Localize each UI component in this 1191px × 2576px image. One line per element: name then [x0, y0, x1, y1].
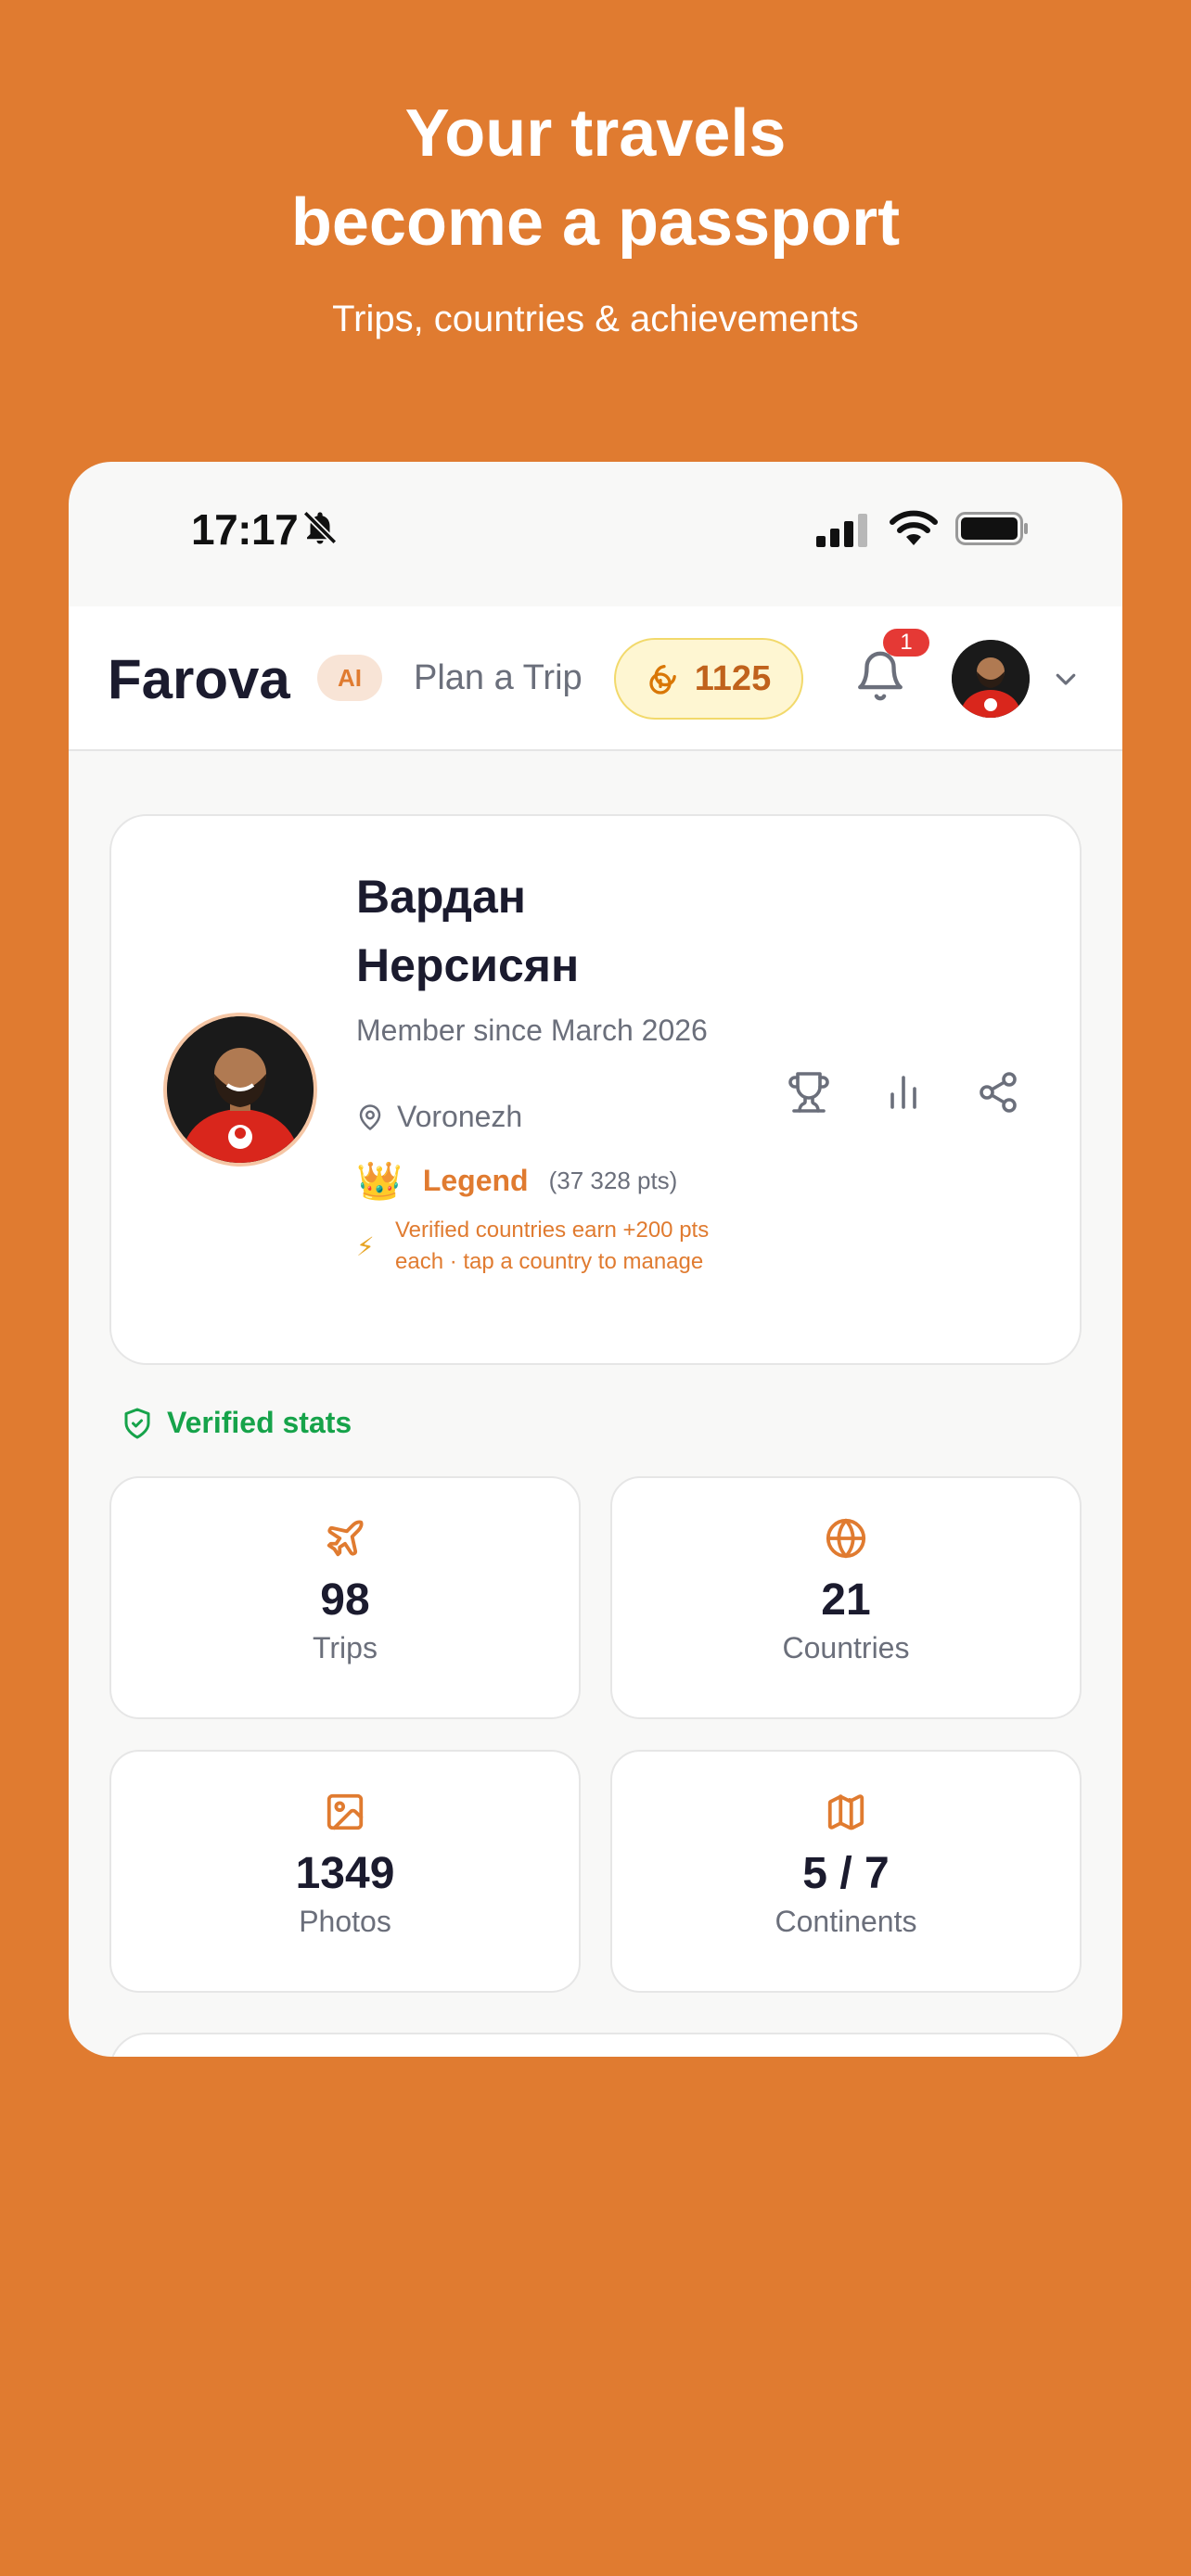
coins-icon [649, 665, 676, 695]
map-pin-icon [359, 1103, 381, 1130]
stat-label: Continents [775, 1905, 917, 1938]
coins-balance-button[interactable]: 1125 [614, 638, 803, 720]
points-hint: ⚡ Verified countries earn +200 pts each … [356, 1215, 727, 1278]
wifi-icon [890, 510, 938, 545]
profile-actions [783, 1066, 1024, 1118]
hero-title: Your travels become a passport [0, 89, 1191, 267]
profile-name: Вардан Нерсисян [356, 871, 580, 991]
app-bar: Farova AI Plan a Trip 1125 1 [69, 606, 1122, 751]
stat-label: Countries [782, 1631, 910, 1664]
stat-label: Trips [313, 1631, 378, 1664]
avatar[interactable] [952, 640, 1030, 718]
plan-trip-link[interactable]: Plan a Trip [414, 658, 583, 698]
rank-points: (37 328 pts) [548, 1167, 678, 1194]
bell-icon[interactable] [853, 649, 907, 703]
trophy-icon[interactable] [783, 1066, 835, 1118]
next-section-card [109, 2033, 1082, 2057]
hero-title-line-2: become a passport [290, 185, 901, 260]
rank-name: Legend [422, 1164, 529, 1197]
chart-icon[interactable] [877, 1066, 929, 1118]
stat-value: 5 / 7 [802, 1849, 890, 1898]
stat-card-photos[interactable]: 1349 Photos [109, 1750, 581, 1993]
stat-card-continents[interactable]: 5 / 7 Continents [610, 1750, 1082, 1993]
verified-text: Verified stats [167, 1406, 352, 1439]
share-icon[interactable] [972, 1066, 1024, 1118]
image-icon [327, 1793, 364, 1830]
stat-value: 21 [821, 1575, 871, 1625]
hint-text: Verified countries earn +200 pts each · … [395, 1218, 710, 1274]
bell-off-icon [302, 510, 338, 545]
globe-icon [826, 1518, 866, 1559]
signal-icon [816, 514, 867, 547]
verified-stats-label: Verified stats [121, 1406, 352, 1440]
status-time: 17:17 [191, 505, 299, 554]
plane-icon [327, 1520, 364, 1557]
stat-value: 1349 [295, 1849, 395, 1898]
phone-screen: 17:17 Farova AI Plan a Trip 1125 1 Варда… [69, 462, 1122, 2057]
map-icon [827, 1794, 864, 1830]
stat-label: Photos [299, 1905, 391, 1938]
status-bar: 17:17 [69, 462, 1122, 606]
stat-card-trips[interactable]: 98 Trips [109, 1476, 581, 1719]
hero-subtitle: Trips, countries & achievements [332, 299, 859, 339]
profile-card: Вардан Нерсисян Member since March 2026 … [109, 814, 1082, 1365]
crown-icon: 👑 [356, 1161, 403, 1202]
chevron-down-icon[interactable] [1052, 670, 1080, 688]
shield-check-icon [124, 1408, 150, 1438]
app-logo[interactable]: Farova [108, 647, 290, 711]
ai-badge[interactable]: AI [317, 655, 382, 701]
coins-value: 1125 [694, 658, 772, 698]
profile-location: Voronezh [356, 1100, 522, 1134]
location-text: Voronezh [397, 1100, 523, 1133]
stat-card-countries[interactable]: 21 Countries [610, 1476, 1082, 1719]
stat-value: 98 [320, 1575, 370, 1625]
profile-avatar[interactable] [163, 1013, 317, 1167]
notification-badge: 1 [883, 629, 929, 657]
battery-icon [955, 512, 1028, 545]
bolt-icon: ⚡ [356, 1232, 375, 1261]
member-since: Member since March 2026 [356, 1014, 708, 1047]
rank-row: 👑 Legend (37 328 pts) [356, 1159, 677, 1203]
hero-title-line-1: Your travels [404, 96, 787, 171]
